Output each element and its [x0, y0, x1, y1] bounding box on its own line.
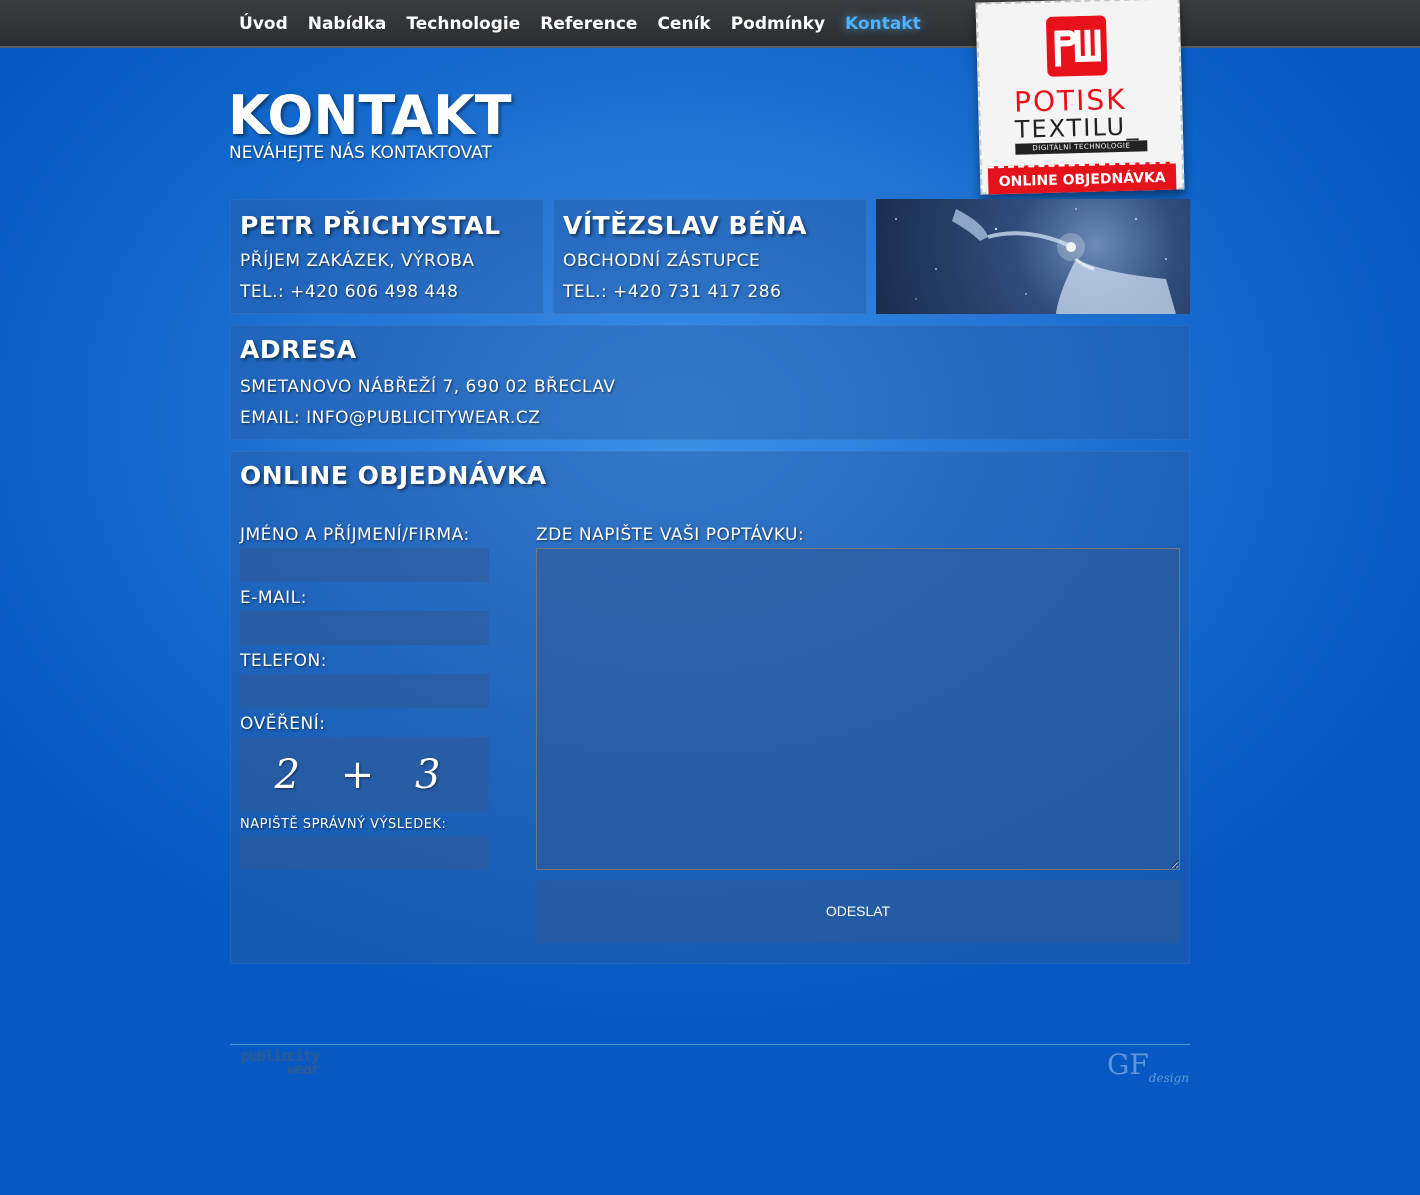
- hands-illustration-icon: [895, 208, 1176, 314]
- contact-card-1: PETR PŘICHYSTAL PŘÍJEM ZAKÁZEK, VÝROBA T…: [230, 199, 544, 314]
- address-street: SMETANOVO NÁBŘEŽÍ 7, 690 02 BŘECLAV: [240, 377, 616, 397]
- captcha-image: 2 + 3: [240, 737, 489, 812]
- address-panel: ADRESA SMETANOVO NÁBŘEŽÍ 7, 690 02 BŘECL…: [230, 325, 1190, 440]
- result-label: NAPIŠTĚ SPRÁVNÝ VÝSLEDEK:: [240, 817, 447, 832]
- contact-phone: TEL.: +420 606 498 448: [240, 282, 459, 302]
- contact-phone: TEL.: +420 731 417 286: [563, 282, 782, 302]
- name-input[interactable]: [240, 548, 489, 582]
- nav-item-nabidka[interactable]: Nabídka: [308, 14, 387, 34]
- name-label: JMÉNO A PŘÍJMENÍ/FIRMA:: [240, 525, 470, 545]
- gf-design-credit[interactable]: GFdesign: [1107, 1048, 1189, 1085]
- captcha-text: 2 + 3: [274, 751, 455, 798]
- address-email[interactable]: EMAIL: INFO@PUBLICITYWEAR.CZ: [240, 408, 540, 428]
- pw-logo-icon: [1046, 15, 1108, 77]
- nav-item-technologie[interactable]: Technologie: [406, 14, 520, 34]
- main-nav: Úvod Nabídka Technologie Reference Ceník…: [229, 0, 931, 48]
- message-label: ZDE NAPIŠTE VAŠI POPTÁVKU:: [536, 525, 805, 545]
- potisk-textilu-badge[interactable]: POTISK TEXTILU_ DIGITÁLNÍ TECHNOLOGIE ON…: [975, 0, 1185, 195]
- online-order-button[interactable]: ONLINE OBJEDNÁVKA: [987, 161, 1177, 195]
- phone-input[interactable]: [240, 674, 489, 708]
- captcha-answer-input[interactable]: [240, 836, 489, 870]
- online-order-form: ONLINE OBJEDNÁVKA JMÉNO A PŘÍJMENÍ/FIRMA…: [230, 451, 1190, 964]
- order-heading: ONLINE OBJEDNÁVKA: [240, 461, 547, 490]
- nav-item-reference[interactable]: Reference: [540, 14, 637, 34]
- email-label: E-MAIL:: [240, 588, 307, 608]
- verification-label: OVĚŘENÍ:: [240, 714, 326, 734]
- page-subtitle: NEVÁHEJTE NÁS KONTAKTOVAT: [229, 143, 492, 163]
- contact-card-2: VÍTĚZSLAV BÉŇA OBCHODNÍ ZÁSTUPCE TEL.: +…: [553, 199, 867, 314]
- badge-tagline: DIGITÁLNÍ TECHNOLOGIE: [1015, 140, 1148, 155]
- phone-label: TELEFON:: [240, 651, 327, 671]
- page-title: KONTAKT: [228, 84, 512, 147]
- address-heading: ADRESA: [240, 335, 357, 364]
- footer-divider: [230, 1044, 1190, 1045]
- nav-item-cenik[interactable]: Ceník: [657, 14, 710, 34]
- decorative-hands-image: [876, 199, 1190, 314]
- submit-button[interactable]: ODESLAT: [536, 880, 1180, 943]
- contact-name: PETR PŘICHYSTAL: [240, 211, 501, 240]
- contact-name: VÍTĚZSLAV BÉŇA: [563, 211, 807, 240]
- badge-subtitle: TEXTILU_: [1014, 112, 1141, 144]
- nav-item-kontakt[interactable]: Kontakt: [845, 14, 921, 34]
- message-textarea[interactable]: [536, 548, 1180, 870]
- nav-item-podminky[interactable]: Podmínky: [731, 14, 825, 34]
- contact-role: PŘÍJEM ZAKÁZEK, VÝROBA: [240, 251, 475, 271]
- contact-role: OBCHODNÍ ZÁSTUPCE: [563, 251, 761, 271]
- publicitywear-logo[interactable]: public city wear: [241, 1049, 320, 1077]
- top-navigation-bar: Úvod Nabídka Technologie Reference Ceník…: [0, 0, 1420, 48]
- email-input[interactable]: [240, 611, 489, 645]
- nav-item-uvod[interactable]: Úvod: [239, 14, 288, 34]
